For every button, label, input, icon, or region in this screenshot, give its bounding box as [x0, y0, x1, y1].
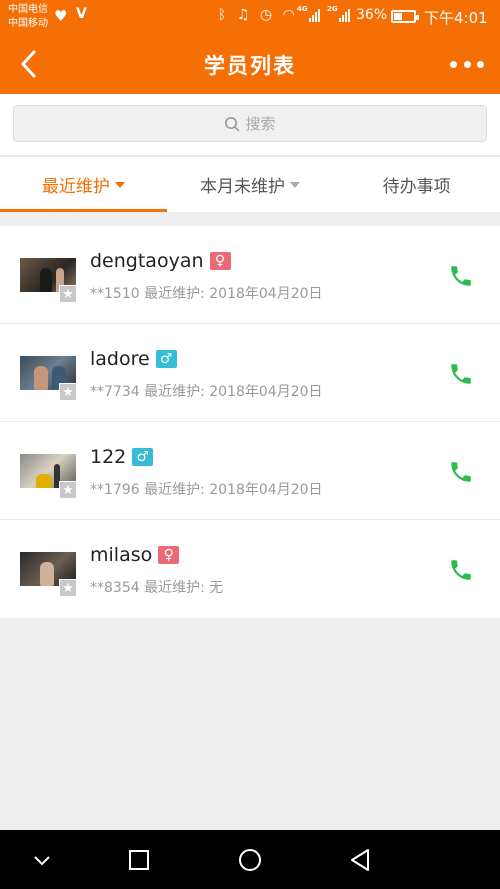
- carrier-1: 中国电信: [8, 4, 48, 15]
- last-maintained: 2018年04月20日: [209, 482, 323, 498]
- phone-icon[interactable]: [448, 263, 474, 289]
- member-name-line: 122 ♂: [90, 446, 154, 468]
- triangle-back-icon: [351, 849, 369, 871]
- battery-fill: [394, 13, 402, 20]
- search-input[interactable]: 搜索: [13, 105, 487, 142]
- search-icon: [225, 116, 240, 131]
- tab-not-maintained-this-month[interactable]: 本月未维护: [167, 157, 334, 212]
- alarm-icon: ◷: [259, 7, 276, 23]
- last-maintained: 2018年04月20日: [209, 286, 323, 302]
- carrier-2: 中国移动: [8, 18, 48, 29]
- female-icon: ♀: [158, 546, 180, 564]
- filter-tabs: 最近维护 本月未维护 待办事项: [0, 157, 500, 212]
- signal-1-icon: [309, 8, 321, 22]
- male-icon: ♂: [132, 448, 154, 466]
- circle-icon: [239, 849, 261, 871]
- app-header: 学员列表: [0, 34, 500, 94]
- phone-suffix: **1510: [90, 286, 140, 302]
- clock: 下午4:01: [424, 9, 488, 27]
- member-row[interactable]: ★ milaso ♀ **8354 最近维护: 无: [0, 520, 500, 618]
- nav-home-button[interactable]: [235, 845, 265, 875]
- tab-todo[interactable]: 待办事项: [333, 157, 500, 212]
- member-name: milaso: [90, 544, 153, 566]
- member-list: ★ dengtaoyan ♀ **1510 最近维护: 2018年04月20日 …: [0, 226, 500, 618]
- heart-icon: ♥: [54, 7, 68, 25]
- star-icon[interactable]: ★: [59, 579, 77, 597]
- search-placeholder: 搜索: [245, 115, 276, 133]
- last-maintained: 无: [209, 580, 224, 596]
- caret-down-icon: [290, 181, 300, 188]
- chevron-down-icon: [34, 856, 50, 866]
- net-type-2: 2G: [327, 5, 338, 13]
- member-name: dengtaoyan: [90, 250, 204, 272]
- member-subline: **1510 最近维护: 2018年04月20日: [90, 283, 323, 303]
- battery-percent: 36%: [356, 7, 388, 23]
- mute-icon: ♫: [236, 7, 253, 23]
- member-subline: **7734 最近维护: 2018年04月20日: [90, 381, 323, 401]
- battery-icon: [391, 10, 419, 23]
- tab-label: 最近维护: [41, 177, 110, 197]
- last-maintained: 2018年04月20日: [209, 384, 323, 400]
- member-subline: **1796 最近维护: 2018年04月20日: [90, 479, 323, 499]
- member-name-line: milaso ♀: [90, 544, 180, 566]
- carrier-labels: 中国电信 中国移动: [8, 3, 48, 31]
- member-row[interactable]: ★ ladore ♂ **7734 最近维护: 2018年04月20日: [0, 324, 500, 422]
- phone-icon[interactable]: [448, 361, 474, 387]
- status-icons: ᛒ ♫ ◷ ◠: [218, 7, 298, 23]
- star-icon[interactable]: ★: [59, 481, 77, 499]
- square-icon: [129, 850, 149, 870]
- bluetooth-icon: ᛒ: [218, 7, 230, 23]
- signal-2-icon: [339, 8, 351, 22]
- maintain-label: 最近维护:: [144, 384, 205, 400]
- tab-label: 待办事项: [382, 177, 451, 197]
- phone-suffix: **7734: [90, 384, 140, 400]
- more-dots-icon: [450, 60, 457, 68]
- star-icon[interactable]: ★: [59, 285, 77, 303]
- phone-icon[interactable]: [448, 557, 474, 583]
- member-name: ladore: [90, 348, 150, 370]
- maintain-label: 最近维护:: [144, 286, 205, 302]
- phone-suffix: **8354: [90, 580, 140, 596]
- nav-back-button[interactable]: [346, 845, 376, 875]
- net-type-1: 4G: [297, 5, 308, 13]
- wifi-icon: ◠: [282, 7, 298, 23]
- v-icon: V: [76, 6, 87, 22]
- member-subline: **8354 最近维护: 无: [90, 577, 223, 597]
- member-name-line: ladore ♂: [90, 348, 177, 370]
- tab-label: 本月未维护: [200, 177, 285, 197]
- tab-recent-maintained[interactable]: 最近维护: [0, 157, 167, 212]
- star-icon[interactable]: ★: [59, 383, 77, 401]
- system-nav-bar: [0, 830, 500, 889]
- search-area: 搜索: [0, 94, 500, 156]
- phone-suffix: **1796: [90, 482, 140, 498]
- more-button[interactable]: [450, 54, 484, 74]
- female-icon: ♀: [209, 252, 231, 270]
- status-bar: 中国电信 中国移动 ♥ V ᛒ ♫ ◷ ◠ 4G 2G 36% 下午4:01: [0, 0, 500, 34]
- maintain-label: 最近维护:: [144, 482, 205, 498]
- member-row[interactable]: ★ 122 ♂ **1796 最近维护: 2018年04月20日: [0, 422, 500, 520]
- male-icon: ♂: [155, 350, 177, 368]
- page-title: 学员列表: [204, 54, 296, 78]
- phone-icon[interactable]: [448, 459, 474, 485]
- nav-recents-button[interactable]: [124, 845, 154, 875]
- nav-collapse-button[interactable]: [27, 845, 57, 875]
- member-name-line: dengtaoyan ♀: [90, 250, 231, 272]
- member-row[interactable]: ★ dengtaoyan ♀ **1510 最近维护: 2018年04月20日: [0, 226, 500, 324]
- maintain-label: 最近维护:: [144, 580, 205, 596]
- caret-down-icon: [114, 181, 125, 188]
- member-name: 122: [90, 446, 127, 468]
